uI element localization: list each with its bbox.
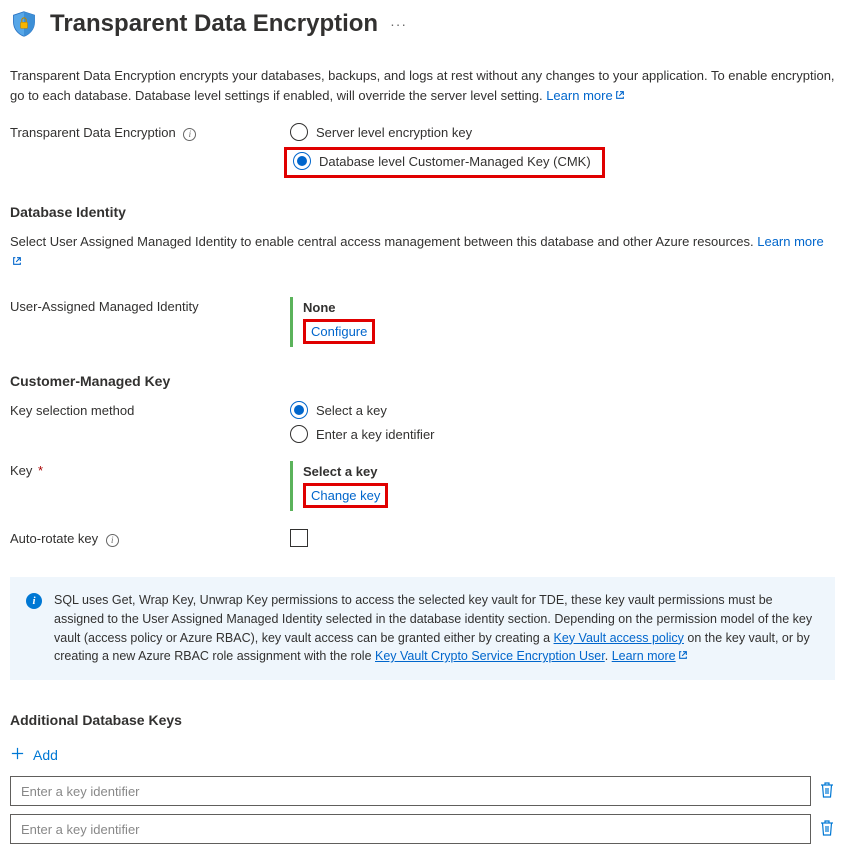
permissions-info-banner: i SQL uses Get, Wrap Key, Unwrap Key per…	[10, 577, 835, 680]
change-key-highlight: Change key	[303, 483, 388, 508]
autorotate-label: Auto-rotate key i	[10, 529, 290, 547]
radio-icon	[290, 123, 308, 141]
radio-icon	[290, 425, 308, 443]
banner-learn-more-link[interactable]: Learn more	[612, 649, 676, 663]
delete-key-button[interactable]	[819, 781, 835, 802]
radio-enter-identifier[interactable]: Enter a key identifier	[290, 425, 835, 443]
key-identifier-input[interactable]	[10, 814, 811, 844]
kv-access-policy-link[interactable]: Key Vault access policy	[554, 631, 684, 645]
change-key-link[interactable]: Change key	[311, 488, 380, 503]
radio-server-level[interactable]: Server level encryption key	[290, 123, 835, 141]
uami-label: User-Assigned Managed Identity	[10, 297, 290, 314]
radio-db-cmk[interactable]: Database level Customer-Managed Key (CMK…	[290, 150, 594, 172]
delete-key-button[interactable]	[819, 819, 835, 840]
info-icon[interactable]: i	[106, 534, 119, 547]
key-value-block: Select a key Change key	[290, 461, 388, 511]
tde-label: Transparent Data Encryption i	[10, 123, 290, 141]
key-identifier-row	[10, 776, 835, 806]
cmk-heading: Customer-Managed Key	[10, 373, 835, 389]
key-selection-label: Key selection method	[10, 401, 290, 418]
banner-text: SQL uses Get, Wrap Key, Unwrap Key permi…	[54, 591, 819, 666]
plus-icon	[10, 746, 25, 764]
more-actions-button[interactable]: ···	[390, 16, 407, 32]
shield-lock-icon	[10, 10, 38, 38]
external-link-icon	[678, 647, 688, 666]
external-link-icon	[12, 252, 22, 272]
page-title: Transparent Data Encryption	[50, 10, 378, 38]
key-label: Key *	[10, 461, 290, 478]
key-identifier-row	[10, 814, 835, 844]
radio-select-key[interactable]: Select a key	[290, 401, 835, 419]
uami-value-block: None Configure	[290, 297, 375, 347]
required-indicator: *	[34, 463, 43, 478]
external-link-icon	[615, 86, 625, 106]
tde-row: Transparent Data Encryption i Server lev…	[10, 123, 835, 178]
info-icon: i	[26, 593, 42, 609]
configure-highlight: Configure	[303, 319, 375, 344]
key-identifier-input[interactable]	[10, 776, 811, 806]
intro-learn-more-link[interactable]: Learn more	[546, 88, 624, 103]
additional-keys-heading: Additional Database Keys	[10, 712, 835, 728]
radio-icon	[290, 401, 308, 419]
db-identity-heading: Database Identity	[10, 204, 835, 220]
db-identity-desc: Select User Assigned Managed Identity to…	[10, 232, 835, 271]
kv-crypto-role-link[interactable]: Key Vault Crypto Service Encryption User	[375, 649, 605, 663]
configure-link[interactable]: Configure	[311, 324, 367, 339]
info-icon[interactable]: i	[183, 128, 196, 141]
key-rows-container	[10, 776, 835, 844]
autorotate-row: Auto-rotate key i	[10, 529, 835, 547]
add-key-button[interactable]: Add	[10, 746, 58, 764]
key-selection-row: Key selection method Select a key Enter …	[10, 401, 835, 449]
key-row: Key * Select a key Change key	[10, 461, 835, 511]
uami-row: User-Assigned Managed Identity None Conf…	[10, 297, 835, 347]
page-header: Transparent Data Encryption ···	[10, 10, 835, 38]
intro-text: Transparent Data Encryption encrypts you…	[10, 66, 835, 105]
autorotate-checkbox[interactable]	[290, 529, 308, 547]
radio-icon	[293, 152, 311, 170]
